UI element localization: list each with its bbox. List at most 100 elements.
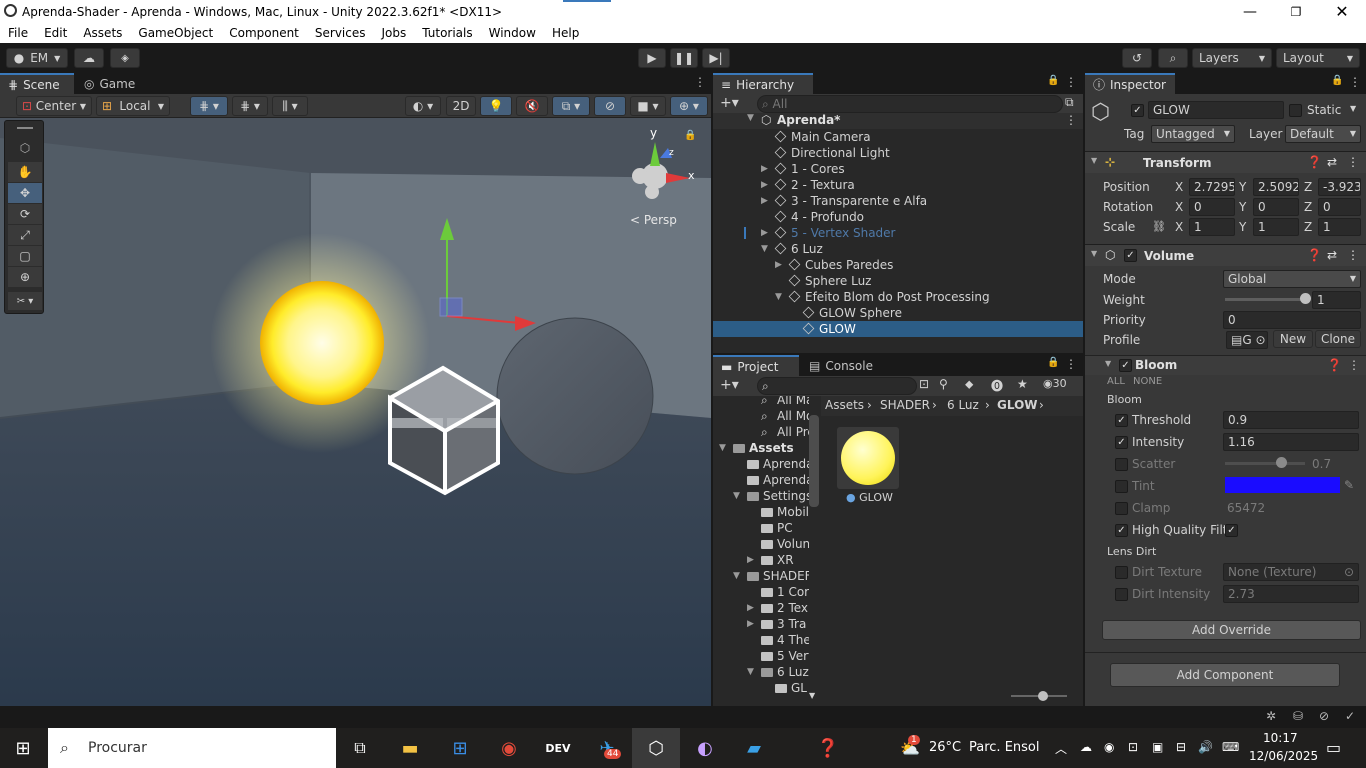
project-tree-item[interactable]: ▶ 3 Tra (713, 616, 809, 632)
project-tree-item[interactable]: ▼ Assets (713, 440, 809, 456)
scroll-down-icon[interactable]: ▼ (809, 691, 815, 700)
project-tree-item[interactable]: Volun (713, 536, 809, 552)
scatter-field[interactable]: 0.7 (1312, 457, 1331, 471)
hierarchy-item[interactable]: ▶ Cubes Paredes (713, 257, 1083, 273)
dirt-intensity-override-checkbox[interactable] (1115, 588, 1128, 601)
collapse-arrow-icon[interactable]: ▼ (761, 241, 768, 257)
project-tree-item[interactable]: ⌕ All Mate (713, 396, 809, 408)
override-all-link[interactable]: ALL (1107, 376, 1125, 387)
more-icon[interactable]: ⋮ (1347, 155, 1359, 169)
grid-snap-button[interactable]: ⋕ ▾ (190, 96, 228, 116)
collapse-arrow-icon[interactable]: ▼ (747, 664, 754, 680)
scatter-slider-thumb[interactable] (1276, 457, 1287, 468)
hierarchy-item[interactable]: ▶ 2 - Textura (713, 177, 1083, 193)
project-tree-item[interactable]: ▼ SHADEF (713, 568, 809, 584)
hq-checkbox[interactable]: ✓ (1225, 524, 1238, 537)
custom-tools-icon[interactable]: ✂ ▾ (8, 292, 42, 310)
expand-arrow-icon[interactable]: ▶ (761, 161, 768, 177)
hierarchy-search-input[interactable]: ⌕ All (757, 95, 1063, 113)
unity-icon[interactable]: ⬡ (636, 728, 676, 768)
warning-icon[interactable]: ⓿ (991, 377, 1003, 394)
hierarchy-item[interactable]: Main Camera (713, 129, 1083, 145)
hand-tool-icon[interactable]: ✋ (8, 162, 42, 182)
drag-handle[interactable] (17, 127, 33, 129)
rot-y-field[interactable]: 0 (1253, 198, 1299, 216)
view-tool-icon[interactable]: ⬡ (8, 138, 42, 158)
history-button[interactable]: ↺ (1122, 48, 1152, 68)
progress-check-icon[interactable]: ✓ (1345, 709, 1355, 723)
weather-desc[interactable]: Parc. Ensol (969, 740, 1039, 755)
hierarchy-item[interactable]: ▶ 5 - Vertex Shader (713, 225, 1083, 241)
tab-hierarchy[interactable]: ≡ Hierarchy (713, 73, 813, 94)
help-icon[interactable]: ❓ (1307, 155, 1322, 169)
add-icon[interactable]: +▾ (720, 95, 739, 111)
object-picker-icon[interactable]: ⊙ (1344, 564, 1354, 580)
hierarchy-item[interactable]: Sphere Luz (713, 273, 1083, 289)
taskbar-search[interactable]: ⌕ Procurar (48, 728, 336, 768)
tab-console[interactable]: ▤ Console (801, 355, 881, 376)
zoom-slider-thumb[interactable] (1038, 691, 1048, 701)
menu-window[interactable]: Window (481, 26, 544, 40)
project-tree-item[interactable]: ▶ XR (713, 552, 809, 568)
menu-assets[interactable]: Assets (75, 26, 130, 40)
profile-field[interactable]: ▤G ⊙ (1226, 331, 1268, 349)
active-checkbox[interactable]: ✓ (1131, 104, 1144, 117)
expand-arrow-icon[interactable]: ▶ (761, 225, 768, 241)
expand-arrow-icon[interactable]: ▶ (761, 177, 768, 193)
project-tree-item[interactable]: ⌕ All Prefa (713, 424, 809, 440)
tab-inspector[interactable]: ⓘ Inspector (1085, 73, 1175, 94)
project-tree-item[interactable]: PC (713, 520, 809, 536)
scene-viewport[interactable]: y x z 🔒 < Persp ⬡ ✋ ✥ ⟳ ⤢ ▢ ⊕ ✂ ▾ (0, 118, 711, 706)
shading-mode-button[interactable]: ◐ ▾ (405, 96, 441, 116)
weight-field[interactable]: 1 (1312, 291, 1361, 309)
lighting-toggle[interactable]: 💡 (480, 96, 512, 116)
preset-icon[interactable]: ⇄ (1327, 248, 1337, 262)
more-icon[interactable]: ⋮ (1349, 75, 1361, 89)
dirt-texture-override-checkbox[interactable] (1115, 566, 1128, 579)
expand-arrow-icon[interactable]: ▶ (747, 552, 754, 568)
store-icon[interactable]: ⊞ (440, 728, 480, 768)
project-tree-item[interactable]: 1 Cor (713, 584, 809, 600)
hierarchy-item[interactable]: Directional Light (713, 145, 1083, 161)
hierarchy-item[interactable]: ▶ 3 - Transparente e Alfa (713, 193, 1083, 209)
pos-z-field[interactable]: -3.923 (1318, 178, 1361, 196)
override-none-link[interactable]: NONE (1133, 376, 1162, 387)
scatter-slider-track[interactable] (1225, 462, 1305, 465)
hierarchy-item[interactable]: ▼ Efeito Blom do Post Processing (713, 289, 1083, 305)
clamp-override-checkbox[interactable] (1115, 502, 1128, 515)
hierarchy-item[interactable]: ▶ 1 - Cores (713, 161, 1083, 177)
eyedropper-icon[interactable]: ✎ (1344, 478, 1354, 492)
volume-enabled-checkbox[interactable]: ✓ (1124, 249, 1137, 262)
rot-z-field[interactable]: 0 (1318, 198, 1361, 216)
collapse-arrow-icon[interactable]: ▼ (733, 488, 740, 504)
chevron-down-icon[interactable]: ▼ (1350, 104, 1356, 113)
close-icon[interactable]: ✕ (1328, 0, 1356, 23)
account-dropdown[interactable]: ● EM ▼ (6, 48, 68, 68)
expand-arrow-icon[interactable]: ▶ (747, 600, 754, 616)
project-tree-item[interactable]: Aprenda (713, 472, 809, 488)
layer-dropdown[interactable]: Default ▼ (1285, 125, 1361, 143)
project-tree-item[interactable]: 4 The (713, 632, 809, 648)
threshold-override-checkbox[interactable]: ✓ (1115, 414, 1128, 427)
star-icon[interactable]: ★ (1017, 377, 1028, 391)
more-icon[interactable]: ⋮ (1065, 75, 1077, 89)
breadcrumb-glow[interactable]: GLOW (997, 398, 1038, 412)
pos-x-field[interactable]: 2.7295 (1189, 178, 1235, 196)
toggle-2d-button[interactable]: 2D (446, 96, 476, 116)
menu-services[interactable]: Services (307, 26, 374, 40)
collapse-arrow-icon[interactable]: ▼ (775, 289, 782, 305)
tray-chevron-up-icon[interactable]: ︿ (1055, 740, 1067, 757)
chrome-icon[interactable]: ◉ (489, 728, 529, 768)
threshold-field[interactable]: 0.9 (1223, 411, 1359, 429)
expand-arrow-icon[interactable]: ▶ (775, 257, 782, 273)
project-tree-item[interactable]: ▼ Settings (713, 488, 809, 504)
menu-tutorials[interactable]: Tutorials (414, 26, 480, 40)
menu-file[interactable]: File (0, 26, 36, 40)
lock-icon[interactable]: 🔒 (1047, 357, 1059, 368)
camera-settings-button[interactable]: ■ ▾ (630, 96, 666, 116)
snap-settings-button[interactable]: ⫼ ▾ (272, 96, 308, 116)
clone-profile-button[interactable]: Clone (1315, 330, 1361, 348)
more-icon[interactable]: ⋮ (1065, 357, 1077, 371)
photos-icon[interactable]: ▰ (734, 728, 774, 768)
step-button[interactable]: ▶| (702, 48, 730, 68)
